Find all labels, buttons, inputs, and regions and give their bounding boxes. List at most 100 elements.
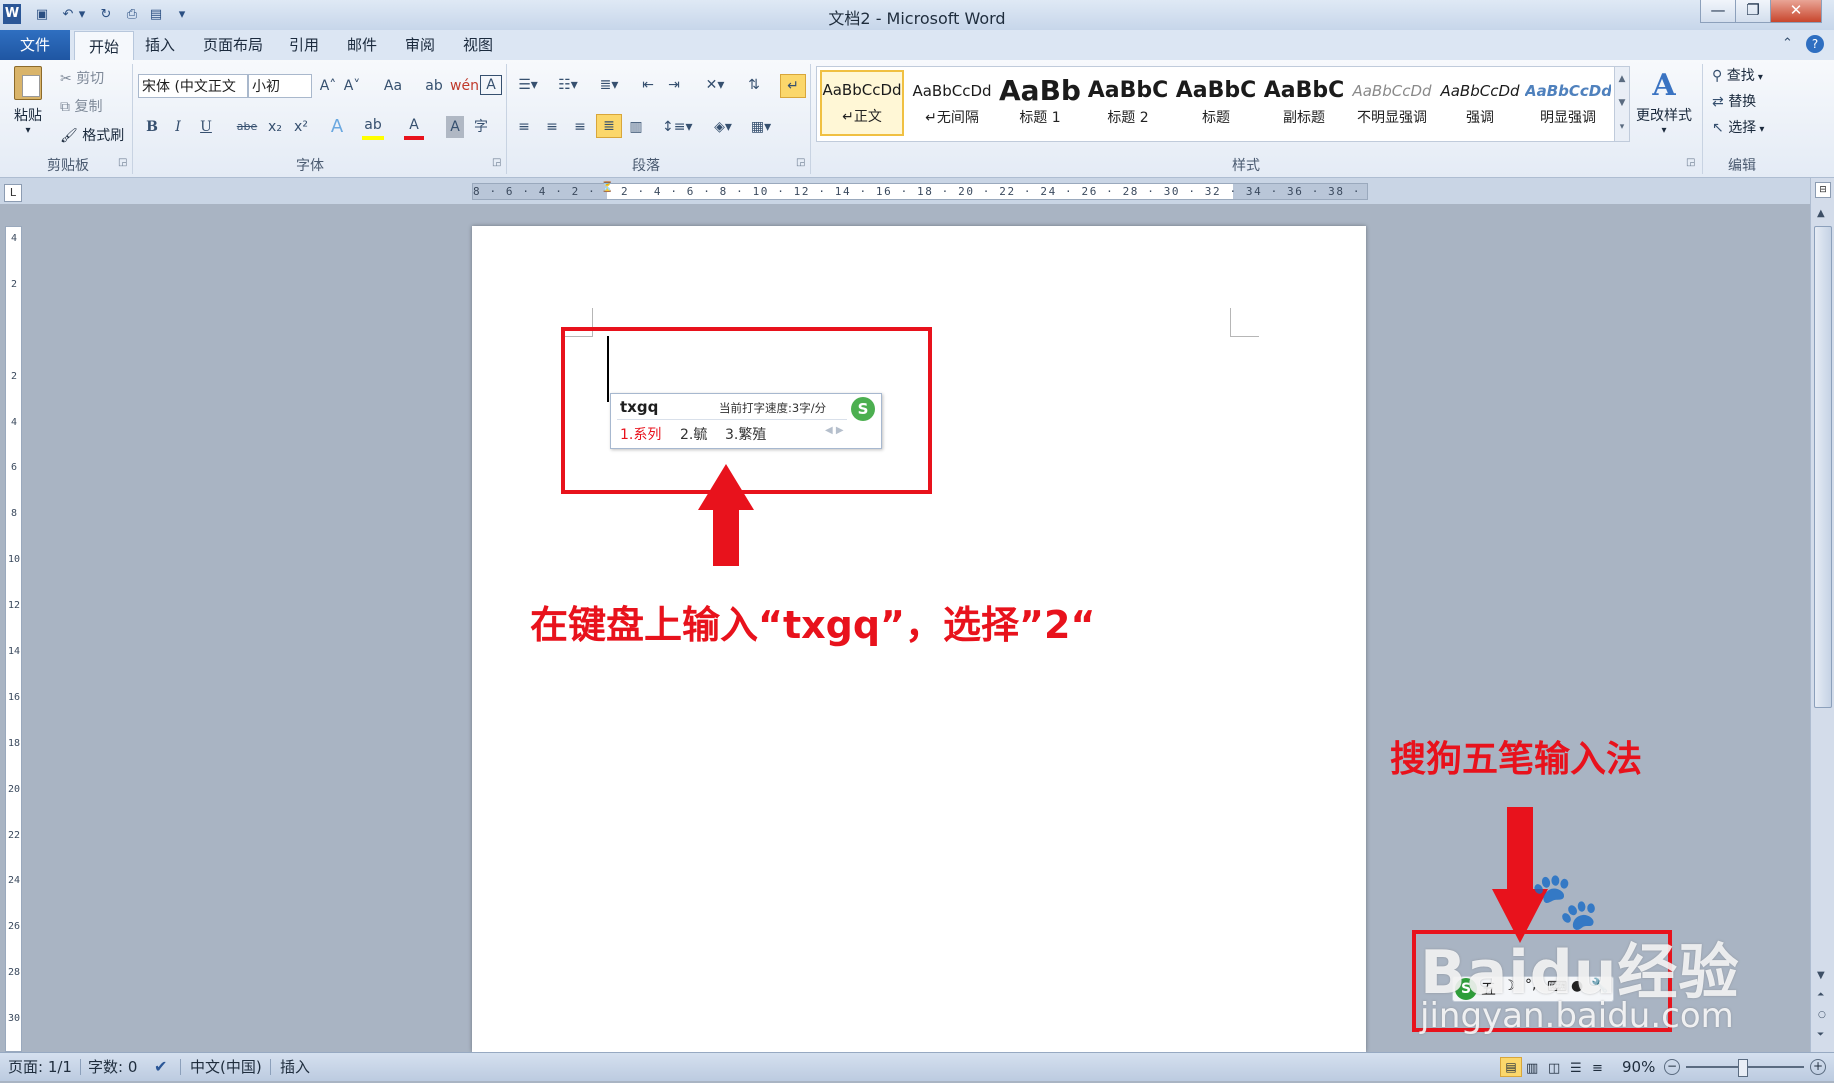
enclose-char-icon[interactable]: 字: [470, 116, 492, 138]
horizontal-ruler[interactable]: 8 · 6 · 4 · 2 · · 2 · 4 · 6 · 8 · 10 · 1…: [472, 182, 1368, 200]
clear-format-icon[interactable]: ab: [424, 75, 444, 97]
styles-gallery: AaBbCcDd ↵正文 AaBbCcDd ↵无间隔 AaBb 标题 1 AaB…: [816, 66, 1616, 142]
zoom-in-icon[interactable]: +: [1810, 1059, 1826, 1075]
close-button[interactable]: ✕: [1770, 0, 1822, 23]
clipboard-icon: [14, 66, 42, 100]
proofing-icon[interactable]: ✔: [154, 1053, 167, 1081]
word-count[interactable]: 字数: 0: [88, 1053, 137, 1081]
full-screen-reading-icon[interactable]: ▥: [1526, 1055, 1538, 1083]
scroll-up-icon[interactable]: ▲: [1817, 208, 1825, 219]
page-count[interactable]: 页面: 1/1: [8, 1053, 72, 1081]
minimize-button[interactable]: —: [1700, 0, 1736, 23]
browse-object-icon[interactable]: ○: [1818, 1010, 1826, 1020]
increase-indent-icon[interactable]: ⇥: [664, 74, 684, 96]
numbering-icon[interactable]: ☷▾: [554, 74, 582, 96]
styles-launcher-icon[interactable]: ◲: [1686, 157, 1695, 168]
tab-view[interactable]: 视图: [458, 30, 498, 60]
cut-button[interactable]: ✂ 剪切: [60, 69, 104, 89]
borders-icon[interactable]: ▦▾: [746, 116, 776, 138]
replace-button[interactable]: ⇄ 替换: [1712, 92, 1756, 112]
vertical-ruler[interactable]: 4 2 2 4 6 8 10 12 14 16 18 20 22 24 26 28 30: [5, 226, 22, 1052]
font-launcher-icon[interactable]: ◲: [492, 157, 501, 168]
tab-home[interactable]: 开始: [74, 31, 134, 61]
zoom-out-icon[interactable]: −: [1664, 1059, 1680, 1075]
style-name: 标题: [1202, 110, 1230, 126]
clipboard-launcher-icon[interactable]: ◲: [118, 157, 127, 168]
style-title[interactable]: AaBbC 标题: [1173, 73, 1259, 135]
insert-mode-indicator[interactable]: 插入: [280, 1053, 310, 1081]
style-heading-2[interactable]: AaBbC 标题 2: [1085, 73, 1171, 135]
zoom-slider[interactable]: [1686, 1059, 1804, 1077]
show-marks-icon[interactable]: ↵: [780, 74, 806, 98]
vertical-scrollbar[interactable]: ⊟ ▲ ▼ ⏶ ○ ⏷: [1810, 178, 1834, 1052]
shrink-font-icon[interactable]: A˅: [342, 75, 362, 97]
sort-icon[interactable]: ⇅: [744, 74, 764, 96]
shading-icon[interactable]: ◈▾: [708, 116, 738, 138]
align-right-icon[interactable]: ≡: [570, 116, 590, 138]
select-button[interactable]: ↖ 选择 ▾: [1712, 118, 1764, 140]
style-no-spacing[interactable]: AaBbCcDd ↵无间隔: [909, 73, 995, 135]
align-left-icon[interactable]: ≡: [514, 116, 534, 138]
char-border-icon[interactable]: A: [480, 75, 502, 95]
tab-selector-icon[interactable]: L: [4, 184, 22, 202]
subscript-icon[interactable]: x₂: [264, 116, 286, 138]
align-center-icon[interactable]: ≡: [542, 116, 562, 138]
style-normal[interactable]: AaBbCcDd ↵正文: [820, 70, 904, 136]
style-emphasis[interactable]: AaBbCcDd 强调: [1437, 73, 1523, 135]
tab-file[interactable]: 文件: [0, 30, 70, 60]
highlight-color-icon[interactable]: ab: [362, 114, 384, 140]
style-subtle-emphasis[interactable]: AaBbCcDd 不明显强调: [1349, 73, 1435, 135]
format-painter-button[interactable]: 🖌 格式刷: [60, 126, 124, 146]
print-layout-icon[interactable]: ▤: [1500, 1057, 1522, 1077]
scroll-down-icon[interactable]: ▼: [1817, 970, 1825, 981]
font-size-combo[interactable]: 小初: [248, 74, 312, 98]
outline-view-icon[interactable]: ☰: [1570, 1055, 1582, 1083]
bullets-icon[interactable]: ☰▾: [514, 74, 542, 96]
view-ruler-icon[interactable]: ⊟: [1815, 182, 1831, 198]
strikethrough-icon[interactable]: abe: [234, 116, 260, 138]
justify-icon[interactable]: ≣: [596, 114, 622, 138]
styles-scroll[interactable]: ▲ ▼ ▾: [1614, 66, 1630, 142]
phonetic-guide-icon[interactable]: wén: [450, 75, 479, 97]
style-intense-emphasis[interactable]: AaBbCcDd 明显强调: [1525, 73, 1611, 135]
web-layout-icon[interactable]: ◫: [1548, 1055, 1560, 1083]
multilevel-list-icon[interactable]: ≣▾: [594, 74, 624, 96]
indent-marker-icon[interactable]: ⏳: [601, 182, 613, 193]
minimize-ribbon-icon[interactable]: ⌃: [1782, 36, 1793, 51]
decrease-indent-icon[interactable]: ⇤: [638, 74, 658, 96]
change-case-icon[interactable]: Aa: [378, 75, 408, 97]
tab-review[interactable]: 审阅: [400, 30, 440, 60]
char-shading-icon[interactable]: A: [446, 116, 464, 138]
style-subtitle[interactable]: AaBbC 副标题: [1261, 73, 1347, 135]
grow-font-icon[interactable]: A˄: [318, 75, 338, 97]
underline-icon[interactable]: U: [196, 116, 216, 138]
style-heading-1[interactable]: AaBb 标题 1: [997, 73, 1083, 135]
draft-view-icon[interactable]: ≡: [1592, 1055, 1603, 1083]
superscript-icon[interactable]: x²: [290, 116, 312, 138]
find-button[interactable]: ⚲ 查找 ▾: [1712, 66, 1763, 88]
tab-references[interactable]: 引用: [284, 30, 324, 60]
paragraph-launcher-icon[interactable]: ◲: [796, 157, 805, 168]
language-indicator[interactable]: 中文(中国): [190, 1053, 262, 1081]
tab-insert[interactable]: 插入: [140, 30, 180, 60]
text-effects-icon[interactable]: A: [326, 116, 348, 138]
distributed-icon[interactable]: ▥: [626, 116, 646, 138]
prev-page-icon[interactable]: ⏶: [1817, 990, 1824, 1000]
restore-button[interactable]: ❐: [1735, 0, 1771, 23]
chinese-layout-icon[interactable]: ✕▾: [700, 74, 730, 96]
help-icon[interactable]: ?: [1806, 35, 1824, 53]
tab-mailings[interactable]: 邮件: [342, 30, 382, 60]
next-page-icon[interactable]: ⏷: [1817, 1030, 1824, 1040]
font-color-icon[interactable]: A: [404, 114, 424, 140]
copy-button[interactable]: ⧉ 复制: [60, 97, 102, 117]
zoom-slider-thumb[interactable]: [1738, 1059, 1748, 1077]
italic-icon[interactable]: I: [168, 116, 188, 138]
change-styles-button[interactable]: A 更改样式 ▾: [1632, 66, 1696, 150]
line-spacing-icon[interactable]: ↕≡▾: [662, 116, 693, 138]
tab-page-layout[interactable]: 页面布局: [198, 30, 268, 60]
bold-icon[interactable]: B: [142, 116, 162, 138]
zoom-level[interactable]: 90%: [1622, 1053, 1655, 1081]
font-name-combo[interactable]: 宋体 (中文正文: [138, 74, 248, 98]
paste-button[interactable]: 粘贴 ▾: [8, 66, 48, 146]
scroll-thumb[interactable]: [1814, 226, 1832, 708]
